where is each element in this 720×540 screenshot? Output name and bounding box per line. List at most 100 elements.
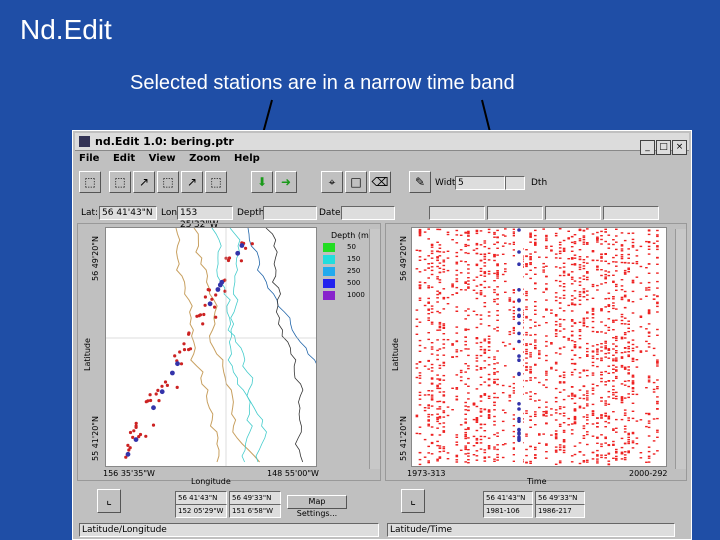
arrow-down-green-icon[interactable]: ⬇: [251, 171, 273, 193]
legend-swatch: [323, 243, 335, 252]
time-coord-field-1[interactable]: 56 41'43"N: [483, 491, 533, 505]
map-coord-field-3[interactable]: 152 05'29"W: [175, 504, 227, 518]
menu-zoom[interactable]: Zoom: [189, 153, 220, 164]
time-station-mark: [487, 445, 491, 447]
time-station-mark: [475, 297, 479, 300]
time-station-mark: [467, 409, 470, 412]
zoom-lat-icon[interactable]: ↗: [181, 171, 203, 193]
width-field[interactable]: 5: [455, 176, 505, 190]
time-station-mark: [496, 314, 499, 316]
coastline-contour: [227, 227, 253, 463]
width-stepper[interactable]: [505, 176, 525, 190]
time-station-mark: [545, 372, 548, 374]
info-field-2[interactable]: [487, 206, 543, 220]
time-station-mark: [639, 326, 643, 328]
rectangle-tool-icon[interactable]: □: [345, 171, 367, 193]
zoom-in-icon[interactable]: ⬚: [109, 171, 131, 193]
time-station-mark: [554, 436, 558, 438]
time-station-mark: [562, 431, 566, 433]
time-station-mark: [436, 354, 439, 356]
time-station-mark: [570, 278, 574, 280]
menu-file[interactable]: File: [79, 153, 99, 164]
time-plot[interactable]: [411, 227, 667, 467]
time-station-mark: [493, 448, 496, 450]
time-view-tab[interactable]: Latitude/Time: [387, 523, 675, 537]
time-station-mark: [582, 385, 586, 388]
zoom-time-icon[interactable]: ⬚: [157, 171, 179, 193]
erase-tool-icon[interactable]: ⌫: [369, 171, 391, 193]
info-field-4[interactable]: [603, 206, 659, 220]
time-station-mark: [542, 291, 545, 293]
time-station-mark: [508, 300, 512, 302]
map-scrollbar[interactable]: [369, 229, 380, 469]
time-station-mark: [529, 377, 532, 379]
time-station-mark: [455, 441, 459, 443]
lat-field[interactable]: 56 41'43"N: [99, 206, 157, 220]
map-plot[interactable]: [105, 227, 354, 467]
time-station-mark: [573, 341, 577, 343]
time-station-mark: [612, 364, 615, 367]
time-coord-field-3[interactable]: 1981-106: [483, 504, 533, 518]
time-station-mark: [582, 319, 586, 321]
time-station-mark: [627, 385, 630, 388]
time-coord-field-2[interactable]: 56 49'33"N: [535, 491, 585, 505]
map-coord-field-4[interactable]: 151 6'58"W: [229, 504, 281, 518]
map-coord-field-1[interactable]: 56 41'43"N: [175, 491, 227, 505]
time-station-mark: [464, 435, 467, 438]
time-station-mark: [529, 343, 532, 345]
time-station-mark: [496, 264, 499, 267]
time-station-mark: [582, 397, 586, 400]
time-station-mark: [627, 417, 630, 419]
time-station-mark: [525, 369, 528, 371]
pencil-icon[interactable]: ✎: [409, 171, 431, 193]
time-station-mark: [615, 366, 618, 368]
time-station-mark: [436, 339, 439, 341]
window-titlebar[interactable]: nd.Edit 1.0: bering.ptr _ □ ×: [75, 133, 689, 155]
time-station-mark: [475, 388, 479, 390]
time-station-mark: [620, 279, 624, 281]
map-axes-icon[interactable]: ⌞: [97, 489, 121, 513]
time-scrollbar[interactable]: [675, 229, 686, 469]
time-station-mark: [573, 297, 577, 299]
menu-edit[interactable]: Edit: [113, 153, 135, 164]
maximize-button[interactable]: □: [656, 140, 671, 155]
time-station-mark: [631, 390, 635, 392]
menu-view[interactable]: View: [149, 153, 176, 164]
time-station-mark: [545, 345, 548, 347]
date-field[interactable]: [341, 206, 395, 220]
time-station-mark: [570, 423, 574, 425]
close-button[interactable]: ×: [672, 140, 687, 155]
map-settings-button[interactable]: Map Settings...: [287, 495, 347, 518]
time-station-mark: [623, 431, 627, 433]
time-station-mark: [483, 360, 487, 362]
time-x-right-label: 2000-292: [629, 469, 668, 478]
selected-time-station-mark: [517, 298, 521, 302]
zoom-map-icon[interactable]: ⬚: [79, 171, 101, 193]
time-station-mark: [620, 232, 624, 234]
time-station-mark: [525, 308, 528, 311]
time-station-mark: [438, 456, 442, 458]
info-field-3[interactable]: [545, 206, 601, 220]
time-station-mark: [647, 229, 651, 231]
minimize-button[interactable]: _: [640, 140, 655, 155]
time-station-mark: [483, 449, 487, 451]
time-station-mark: [607, 348, 611, 350]
map-coord-field-2[interactable]: 56 49'33"N: [229, 491, 281, 505]
map-view-tab[interactable]: Latitude/Longitude: [79, 523, 379, 537]
time-station-mark: [442, 327, 446, 329]
time-station-mark: [627, 257, 630, 259]
time-station-mark: [639, 245, 643, 248]
time-coord-field-4[interactable]: 1986-217: [535, 504, 585, 518]
depth-field[interactable]: [263, 206, 317, 220]
arrow-right-green-icon[interactable]: ➜: [275, 171, 297, 193]
time-station-mark: [596, 462, 599, 464]
zoom-reset-icon[interactable]: ⬚: [205, 171, 227, 193]
info-field-1[interactable]: [429, 206, 485, 220]
select-tool-icon[interactable]: ⌖: [321, 171, 343, 193]
time-axes-icon[interactable]: ⌞: [401, 489, 425, 513]
time-station-mark: [479, 318, 483, 320]
lon-field[interactable]: 153 25'32"W: [177, 206, 233, 230]
menu-help[interactable]: Help: [234, 153, 260, 164]
zoom-depth-icon[interactable]: ↗: [133, 171, 155, 193]
time-station-mark: [508, 333, 512, 336]
